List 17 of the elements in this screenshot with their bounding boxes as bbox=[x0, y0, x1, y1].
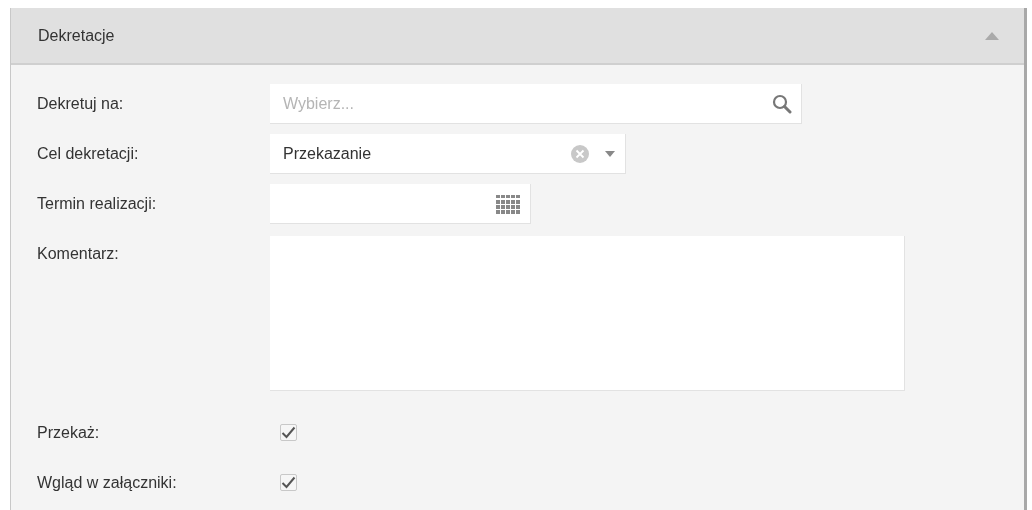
checkbox[interactable] bbox=[280, 424, 297, 441]
field-label: Przekaż: bbox=[37, 423, 101, 443]
panel-header[interactable]: Dekretacje bbox=[11, 8, 1024, 65]
comment-field[interactable] bbox=[270, 236, 905, 391]
panel-title: Dekretacje bbox=[38, 26, 115, 45]
checkbox[interactable] bbox=[280, 474, 297, 491]
field-label: Cel dekretacji: bbox=[37, 144, 140, 164]
date-field[interactable] bbox=[270, 184, 531, 224]
field-label: Dekretuj na: bbox=[37, 94, 125, 114]
field-label: Termin realizacji: bbox=[37, 194, 158, 214]
search-field[interactable]: Wybierz... bbox=[270, 84, 802, 124]
calendar-icon[interactable] bbox=[495, 194, 521, 214]
caret-icon[interactable] bbox=[605, 150, 615, 157]
select-field[interactable]: Przekazanie bbox=[270, 134, 626, 174]
search-icon[interactable] bbox=[772, 94, 792, 114]
field-label: Wgląd w załączniki: bbox=[37, 473, 178, 493]
field-label: Komentarz: bbox=[37, 244, 120, 264]
